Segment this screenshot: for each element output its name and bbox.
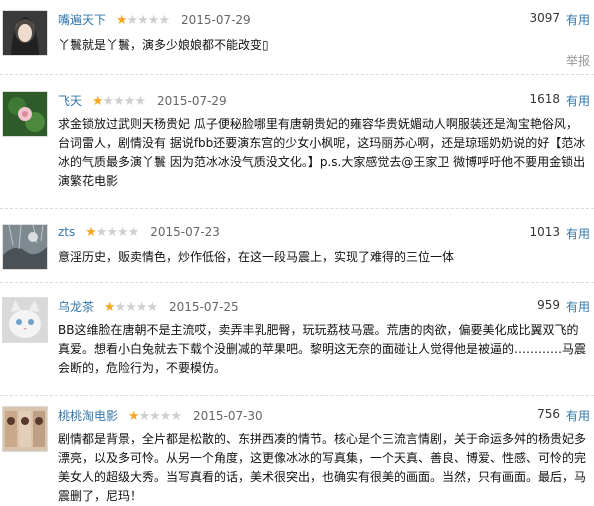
username-link[interactable]: 乌龙茶	[58, 300, 94, 314]
review-header: 嘴遍天下 ★★★★★ 2015-07-29	[58, 11, 251, 29]
review-text: 丫鬟就是丫鬟，演多少娘娘都不能改变▯	[58, 38, 269, 52]
review-header: 乌龙茶 ★★★★★ 2015-07-25	[58, 298, 239, 316]
rating-stars: ★★★★★	[127, 409, 182, 424]
review-header: 飞天 ★★★★★ 2015-07-29	[58, 92, 227, 110]
review-text: 意淫历史，贩卖情色，炒作低俗，在这一段马震上，实现了难得的三位一体	[58, 250, 455, 264]
review-date: 2015-07-23	[150, 225, 220, 239]
vote-count: 3097	[529, 11, 560, 25]
avatar[interactable]	[2, 91, 48, 137]
rating-stars: ★★★★★	[115, 13, 170, 28]
rating-stars: ★★★★★	[103, 300, 158, 315]
review-text: 剧情都是背景，全片都是松散的、东拼西凑的情节。核心是个三流言情剧，关于命运多舛的…	[58, 432, 587, 503]
divider	[0, 74, 594, 75]
review-date: 2015-07-30	[192, 409, 263, 423]
username-link[interactable]: zts	[58, 225, 75, 239]
username-link[interactable]: 嘴遍天下	[58, 13, 106, 27]
avatar[interactable]	[2, 224, 48, 270]
rating-stars: ★★★★★	[91, 94, 146, 109]
vote-count: 756	[537, 407, 560, 421]
useful-button[interactable]: 有用	[566, 298, 590, 315]
avatar[interactable]	[2, 10, 48, 56]
useful-button[interactable]: 有用	[566, 11, 590, 28]
review-header: zts ★★★★★ 2015-07-23	[58, 225, 220, 243]
vote-count: 959	[537, 298, 560, 312]
review-date: 2015-07-29	[156, 94, 227, 108]
vote-count: 1618	[529, 92, 560, 106]
divider	[0, 395, 594, 396]
username-link[interactable]: 飞天	[58, 94, 82, 108]
divider	[0, 208, 594, 209]
report-link[interactable]: 举报	[566, 52, 590, 69]
review-text: BB这维脸在唐朝不是主流哎，卖弄丰乳肥臀，玩玩荔枝马震。荒唐的肉欲，偏要美化成比…	[58, 323, 587, 375]
useful-button[interactable]: 有用	[566, 225, 590, 242]
review-date: 2015-07-25	[168, 300, 239, 314]
review-text: 求金锁放过武则天杨贵妃 瓜子便秘脸哪里有唐朝贵妃的雍容华贵妩媚动人啊服装还是淘宝…	[58, 117, 586, 188]
avatar[interactable]	[2, 406, 48, 452]
rating-stars: ★★★★★	[85, 225, 139, 240]
review-date: 2015-07-29	[180, 13, 251, 27]
divider	[0, 282, 594, 283]
useful-button[interactable]: 有用	[566, 92, 590, 109]
avatar[interactable]	[2, 297, 48, 343]
review-header: 桃桃淘电影 ★★★★★ 2015-07-30	[58, 407, 263, 425]
vote-count: 1013	[529, 225, 560, 239]
useful-button[interactable]: 有用	[566, 407, 590, 424]
username-link[interactable]: 桃桃淘电影	[58, 409, 118, 423]
